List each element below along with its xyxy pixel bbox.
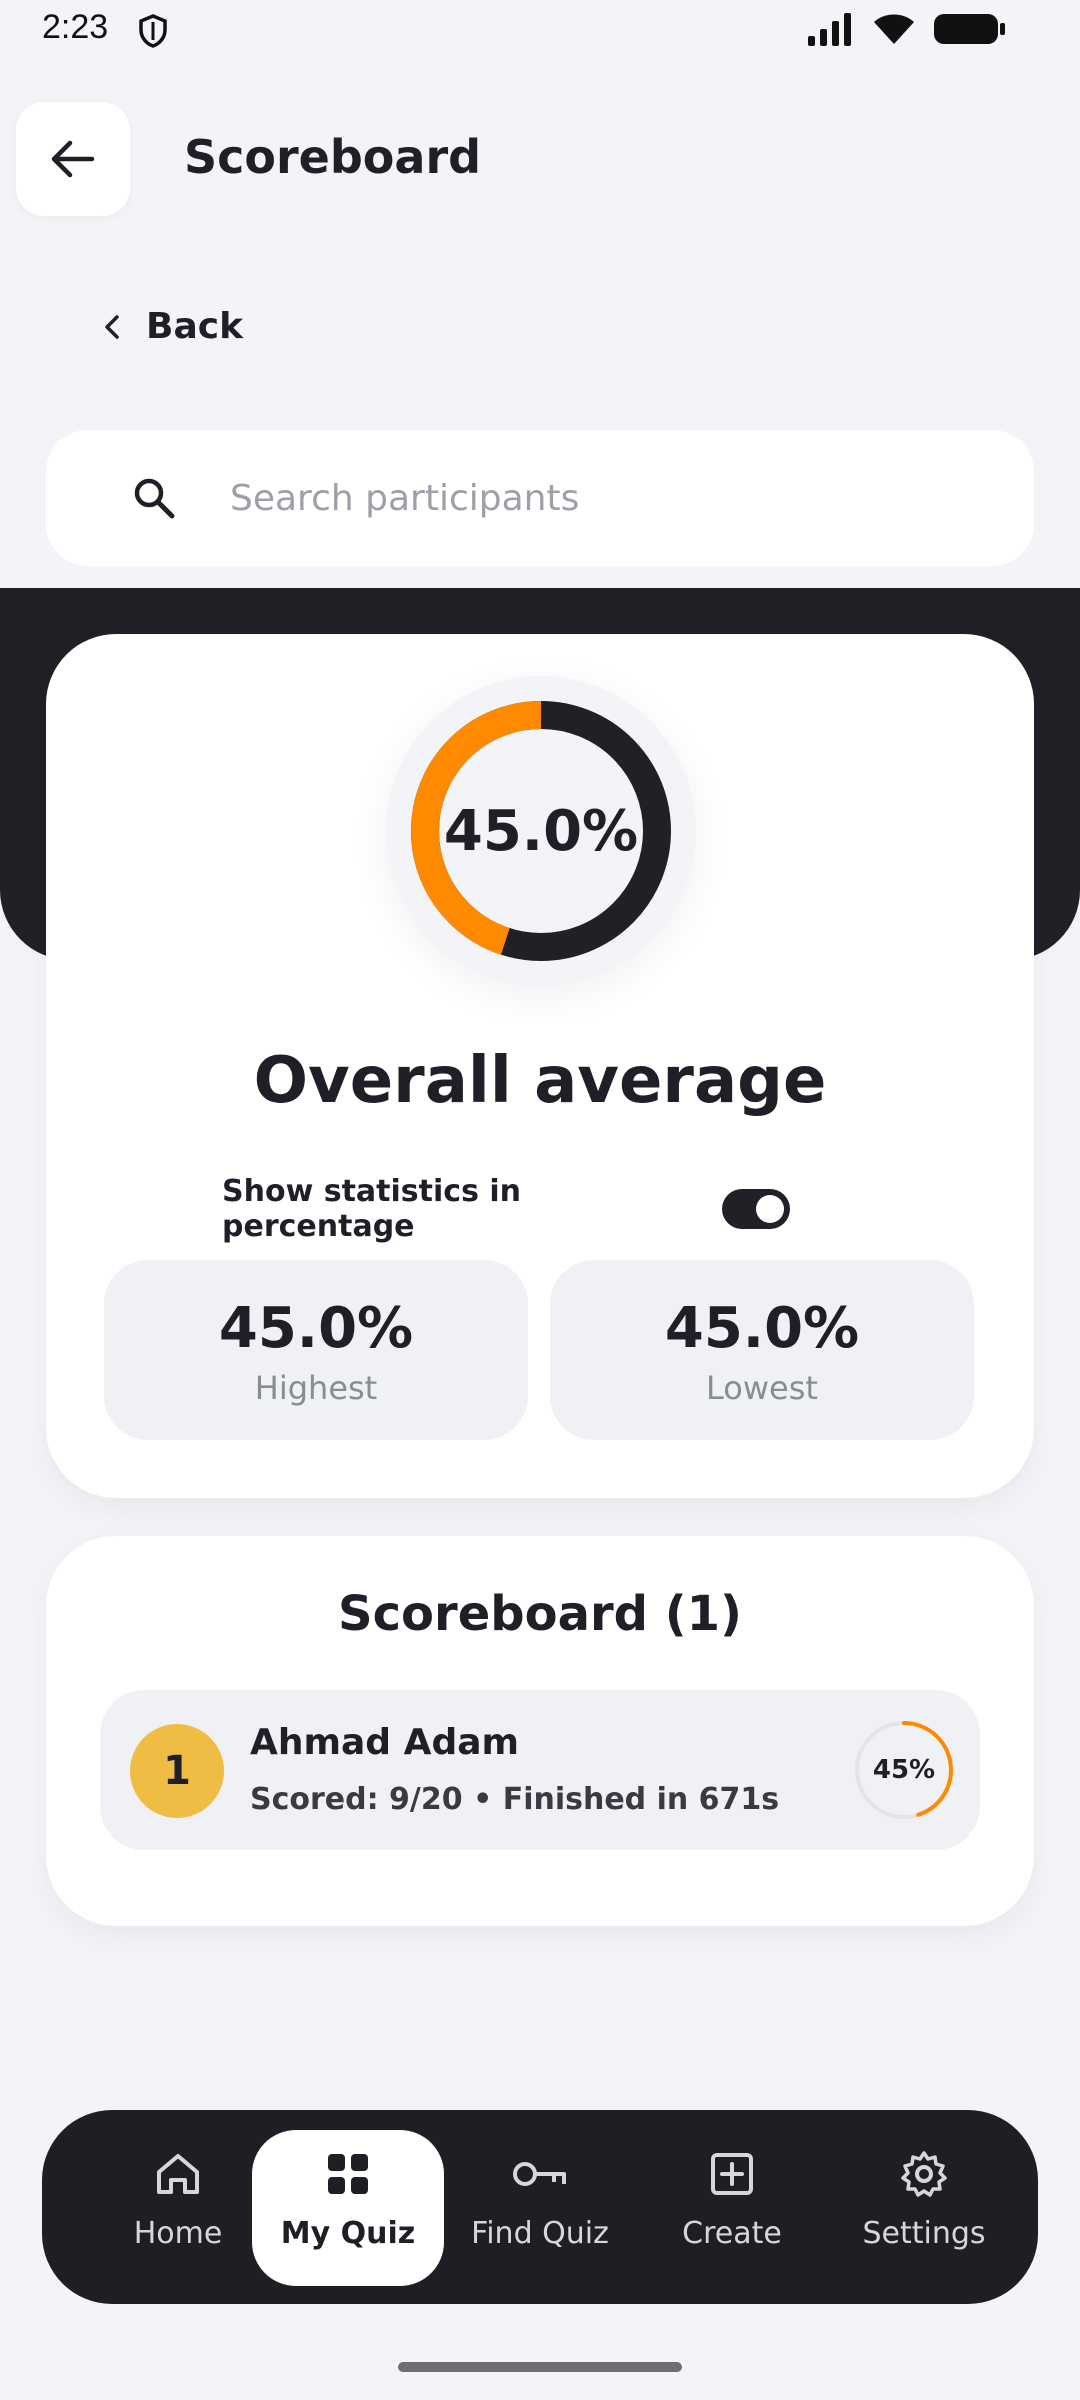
- wifi-icon: [874, 14, 914, 44]
- bottom-nav: Home My Quiz Find Quiz Create Settings: [42, 2110, 1038, 2304]
- chevron-left-icon: [105, 314, 119, 339]
- grid-icon: [328, 2154, 368, 2194]
- highest-stat: 45.0% Highest: [104, 1260, 528, 1440]
- nav-find-quiz-label: Find Quiz: [471, 2216, 609, 2251]
- home-indicator: [398, 2362, 682, 2372]
- header-back-button[interactable]: [16, 102, 130, 216]
- rank-badge: 1: [130, 1724, 224, 1818]
- battery-icon: [934, 14, 1005, 44]
- lowest-stat: 45.0% Lowest: [550, 1260, 974, 1440]
- home-icon: [157, 2154, 199, 2194]
- nav-create-label: Create: [682, 2216, 782, 2251]
- nav-my-quiz-label: My Quiz: [280, 2216, 416, 2251]
- arrow-left-icon: [51, 140, 95, 178]
- nav-settings-label: Settings: [862, 2216, 986, 2251]
- toggle-label: Show statistics in percentage: [222, 1174, 522, 1244]
- nav-settings[interactable]: Settings: [828, 2130, 1020, 2286]
- average-donut: 45.0%: [386, 676, 696, 986]
- back-link-label: Back: [146, 306, 244, 347]
- plus-square-icon: [711, 2153, 753, 2195]
- page-title: Scoreboard: [184, 130, 482, 184]
- back-link[interactable]: Back: [104, 306, 243, 347]
- nav-my-quiz[interactable]: My Quiz: [252, 2130, 444, 2286]
- overall-stats-card: 45.0% Overall average Show statistics in…: [46, 634, 1034, 1498]
- search-input[interactable]: [230, 464, 990, 532]
- status-time: 2:23: [42, 8, 109, 46]
- nav-home-label: Home: [133, 2216, 223, 2251]
- gear-icon: [901, 2151, 947, 2197]
- scoreboard-title: Scoreboard (1): [338, 1586, 742, 1642]
- nav-find-quiz[interactable]: Find Quiz: [444, 2130, 636, 2286]
- key-icon: [513, 2162, 566, 2186]
- nav-create[interactable]: Create: [636, 2130, 828, 2286]
- lowest-value: 45.0%: [664, 1296, 860, 1361]
- percentage-toggle[interactable]: [722, 1189, 790, 1229]
- signal-icon: [808, 13, 851, 46]
- status-bar: 2:23: [0, 0, 1080, 64]
- participant-detail: Scored: 9/20 • Finished in 671s: [250, 1782, 780, 1817]
- shield-icon: [139, 14, 167, 48]
- scoreboard-card: Scoreboard (1) 1 Ahmad Adam Scored: 9/20…: [46, 1536, 1034, 1926]
- highest-value: 45.0%: [218, 1296, 414, 1361]
- nav-home[interactable]: Home: [82, 2130, 274, 2286]
- toggle-knob: [756, 1195, 784, 1223]
- search-icon: [134, 478, 175, 519]
- overall-title: Overall average: [253, 1044, 827, 1118]
- participant-percent: 45%: [872, 1755, 936, 1785]
- average-value: 45.0%: [443, 798, 639, 864]
- lowest-label: Lowest: [706, 1369, 818, 1407]
- highest-label: Highest: [254, 1369, 378, 1407]
- participant-name: Ahmad Adam: [250, 1722, 520, 1763]
- percentage-toggle-row: Show statistics in percentage: [222, 1174, 790, 1244]
- search-bar: [46, 430, 1034, 566]
- participant-score-ring: 45%: [852, 1718, 956, 1822]
- scoreboard-row[interactable]: 1 Ahmad Adam Scored: 9/20 • Finished in …: [100, 1690, 980, 1850]
